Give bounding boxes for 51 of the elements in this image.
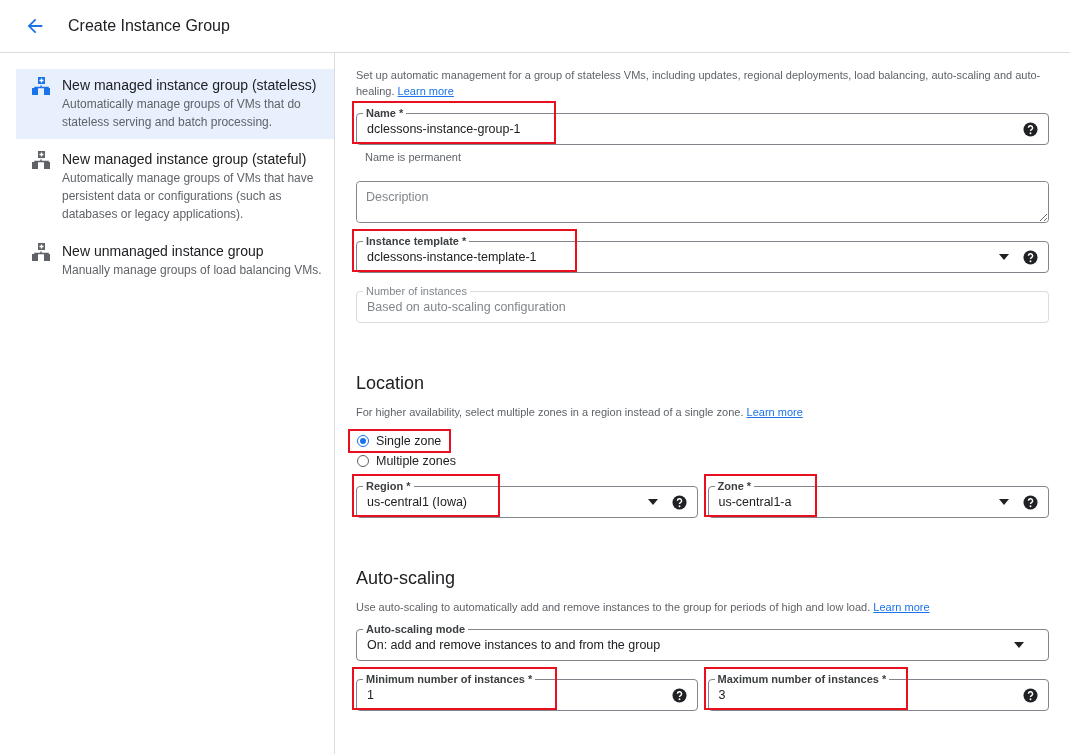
learn-more-link[interactable]: Learn more (746, 406, 803, 418)
field-label: Instance template * (363, 234, 470, 248)
help-icon[interactable] (1023, 121, 1038, 137)
field-label: Maximum number of instances * (714, 672, 890, 686)
option-title: New unmanaged instance group (62, 242, 265, 261)
caret-icon[interactable] (1014, 642, 1024, 648)
option-title: New managed instance group (stateful) (62, 150, 308, 169)
help-icon[interactable] (671, 494, 687, 510)
help-icon[interactable] (1023, 249, 1038, 265)
intro-text: Set up automatic management for a group of stateless VMs, including updates, regional deployments, load balancing, auto-scaling and auto-healing. Learn more (356, 68, 1042, 99)
field-label: Auto-scaling mode (363, 622, 468, 636)
section-description: Use auto-scaling to automatically add and remove instances to the group for periods of high and low load. Learn more (356, 600, 931, 615)
field-value: Based on auto-scaling configuration (367, 300, 567, 314)
help-icon[interactable] (1023, 494, 1038, 510)
field-hint: Name is permanent (365, 151, 462, 163)
description-field[interactable]: Description (356, 181, 1049, 223)
field-value: us-central1-a (718, 495, 793, 509)
page-title: Create Instance Group (68, 17, 230, 35)
instance-group-icon (32, 77, 50, 95)
field-value: 1 (367, 688, 375, 702)
group-type-option[interactable]: New managed instance group (stateless) Automatically manage groups of VMs that do stateless serving and batch processing. (16, 69, 334, 139)
option-description: Automatically manage groups of VMs that have persistent data or configurations (such as databases or legacy applications). (62, 170, 315, 223)
section-heading: Auto-scaling (356, 568, 457, 589)
field-value: On: add and remove instances to and from the group (367, 638, 662, 652)
instance-group-icon (32, 243, 50, 261)
caret-icon[interactable] (999, 254, 1009, 260)
field-label: Number of instances (363, 284, 470, 298)
option-title: New managed instance group (stateless) (62, 76, 318, 95)
help-icon[interactable] (1023, 687, 1038, 703)
field-value: dclessons-instance-group-1 (367, 122, 522, 136)
field-label: Zone * (714, 479, 755, 493)
caret-icon[interactable] (999, 499, 1009, 505)
field-label: Minimum number of instances * (363, 672, 536, 686)
radio-option[interactable]: Multiple zones (356, 454, 456, 468)
field-label: Name * (363, 106, 407, 120)
learn-more-link[interactable]: Learn more (873, 601, 930, 613)
field-value: dclessons-instance-template-1 (367, 250, 538, 264)
section-heading: Location (356, 373, 426, 394)
instance-group-icon (32, 151, 50, 169)
field-label: Region * (363, 479, 414, 493)
learn-more-link[interactable]: Learn more (397, 85, 454, 97)
group-type-option[interactable]: New managed instance group (stateful) Automatically manage groups of VMs that have persistent data or configurations (such as databases or legacy applications). (16, 143, 334, 231)
field-value: us-central1 (Iowa) (367, 495, 469, 509)
option-description: Manually manage groups of load balancing VMs. (62, 262, 322, 279)
radio-option[interactable]: Single zone (356, 434, 442, 448)
option-description: Automatically manage groups of VMs that do stateless serving and batch processing. (62, 96, 302, 131)
help-icon[interactable] (671, 687, 687, 703)
caret-icon[interactable] (647, 499, 658, 505)
section-description: For higher availability, select multiple zones in a region instead of a single zone. Learn more (356, 405, 804, 420)
field-value: 3 (718, 688, 727, 702)
group-type-option[interactable]: New unmanaged instance group Manually manage groups of load balancing VMs. (16, 235, 334, 287)
